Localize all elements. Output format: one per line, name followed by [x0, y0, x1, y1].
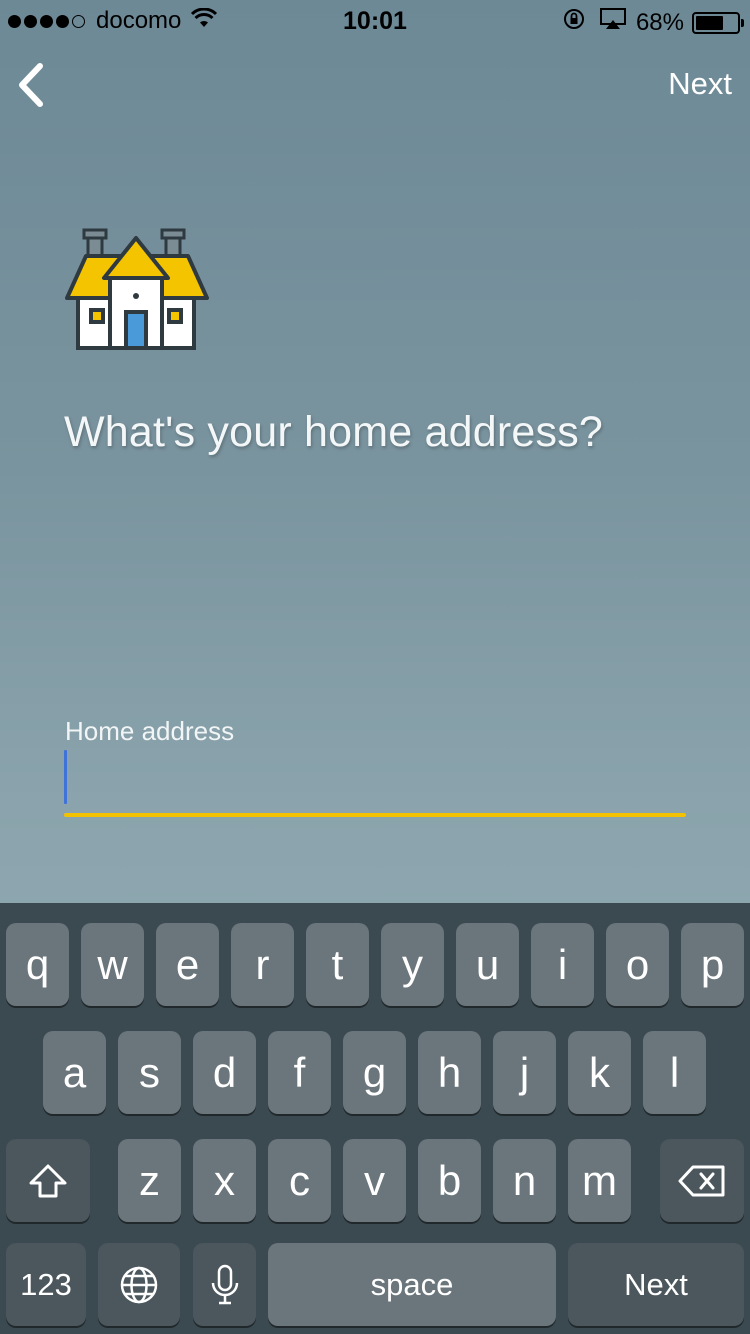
key-g[interactable]: g	[343, 1031, 406, 1114]
delete-key[interactable]	[660, 1139, 744, 1222]
key-o[interactable]: o	[606, 923, 669, 1006]
key-i[interactable]: i	[531, 923, 594, 1006]
key-d[interactable]: d	[193, 1031, 256, 1114]
key-x[interactable]: x	[193, 1139, 256, 1222]
globe-key[interactable]	[98, 1243, 180, 1326]
key-k[interactable]: k	[568, 1031, 631, 1114]
key-b[interactable]: b	[418, 1139, 481, 1222]
shift-key[interactable]	[6, 1139, 90, 1222]
key-a[interactable]: a	[43, 1031, 106, 1114]
keyboard: q w e r t y u i o p a s d f g h j k l z …	[0, 903, 750, 1334]
numbers-key[interactable]: 123	[6, 1243, 86, 1326]
chevron-left-icon	[19, 63, 43, 107]
back-button[interactable]	[12, 60, 52, 110]
microphone-icon	[211, 1264, 238, 1304]
key-e[interactable]: e	[156, 923, 219, 1006]
orientation-lock-icon	[562, 7, 586, 38]
key-t[interactable]: t	[306, 923, 369, 1006]
key-y[interactable]: y	[381, 923, 444, 1006]
key-h[interactable]: h	[418, 1031, 481, 1114]
status-bar: docomo 10:01 68%	[0, 0, 750, 40]
backspace-icon	[678, 1165, 725, 1196]
key-w[interactable]: w	[81, 923, 144, 1006]
input-underline	[64, 813, 686, 817]
key-r[interactable]: r	[231, 923, 294, 1006]
key-n[interactable]: n	[493, 1139, 556, 1222]
key-m[interactable]: m	[568, 1139, 631, 1222]
next-button[interactable]: Next	[668, 66, 732, 102]
key-l[interactable]: l	[643, 1031, 706, 1114]
key-q[interactable]: q	[6, 923, 69, 1006]
shift-icon	[29, 1164, 67, 1197]
battery-icon	[692, 11, 744, 34]
key-u[interactable]: u	[456, 923, 519, 1006]
airplay-icon	[599, 8, 626, 37]
text-cursor	[64, 750, 67, 804]
home-address-label: Home address	[65, 716, 235, 746]
key-v[interactable]: v	[343, 1139, 406, 1222]
home-address-input[interactable]	[64, 748, 686, 808]
return-next-key[interactable]: Next	[568, 1243, 744, 1326]
battery-percent: 68%	[635, 8, 684, 36]
key-p[interactable]: p	[681, 923, 744, 1006]
key-c[interactable]: c	[268, 1139, 331, 1222]
space-key[interactable]: space	[268, 1243, 556, 1326]
key-f[interactable]: f	[268, 1031, 331, 1114]
key-z[interactable]: z	[118, 1139, 181, 1222]
page-title: What's your home address?	[64, 408, 604, 456]
globe-icon	[120, 1266, 158, 1303]
key-j[interactable]: j	[493, 1031, 556, 1114]
house-icon	[64, 226, 210, 352]
key-s[interactable]: s	[118, 1031, 181, 1114]
dictation-key[interactable]	[193, 1243, 256, 1326]
